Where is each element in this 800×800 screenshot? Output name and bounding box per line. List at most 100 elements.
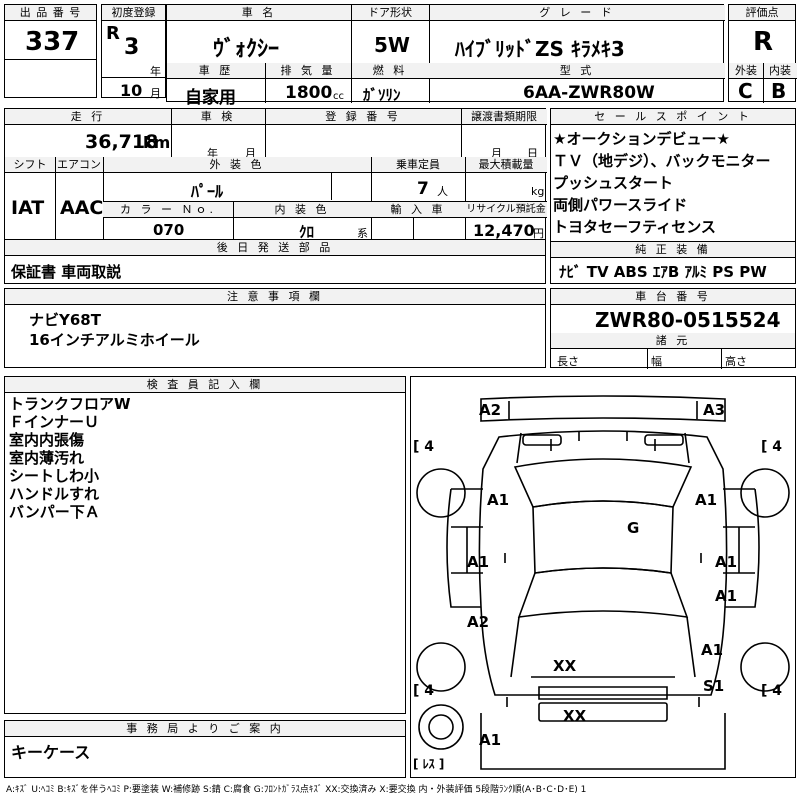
inspector-note: シートしわ小 [9,467,100,485]
grade: ﾊｲﾌﾞﾘｯﾄﾞZS ｷﾗﾒｷ3 [455,37,625,61]
capacity: 7 [417,179,429,199]
chassis-label: 車 台 番 号 [551,289,795,305]
inspector-label: 検 査 員 記 入 欄 [5,377,405,393]
chassis-box: 車 台 番 号 ZWR80-0515524 諸 元 長さ 幅 高さ [550,288,796,369]
equipment: ﾅﾋﾞ TV ABS ｴｱB ｱﾙﾐ PS PW [559,263,767,281]
interior-label: 内装 [763,63,797,79]
inspector-notes: トランクフロアW ＦインナーＵ 室内内張傷 室内薄汚れ シートしわ小 ハンドルす… [9,395,389,521]
mark-fender-left: A1 [487,491,510,509]
ext-color: ﾊﾟｰﾙ [191,182,224,201]
shift: IAT [11,197,45,219]
inspector-note: 室内内張傷 [9,431,85,449]
first-registration-label: 初度登録 [102,5,165,21]
sales-point: プッシュスタート [553,174,674,192]
later-parts-label: 後 日 発 送 部 品 [5,240,545,256]
capacity-label: 乗車定員 [371,157,465,173]
registration-label: 登 録 番 号 [265,109,461,125]
car-diagram [416,395,790,770]
aircon-label: エアコン [55,157,103,173]
interior-score: B [771,79,787,103]
car-name: ｳﾞｫｸｼｰ [213,37,280,62]
exterior-label: 外装 [729,63,763,79]
mark-quarter-left: A2 [467,613,490,631]
aircon: AAC [60,197,104,219]
length-label: 長さ [557,355,579,368]
mark-fender-right: A1 [695,491,718,509]
inspector-note: トランクフロアW [9,395,131,413]
inspector-note: ハンドルすれ [9,485,100,503]
width-label: 幅 [651,355,662,368]
chassis-number: ZWR80-0515524 [595,308,781,332]
fuel-label: 燃 料 [351,63,429,79]
transfer-label: 譲渡書類期限 [461,109,547,125]
first-registration-box: 初度登録 R 3 年 10 月 [101,4,166,100]
sales-point: ★オークションデビュー★ [553,130,730,148]
max-load-label: 最大積載量 [465,157,547,173]
car-diagram-box: [ 4 [ 4 [ 4 [ 4 [ ﾚｽ ] A2 A3 A1 A1 G A1 … [410,376,796,778]
office-note: キーケース [11,743,91,762]
mark-door-right-rear: A1 [715,587,738,605]
sales-point: 両側パワースライド [553,196,688,214]
mark-quarter-right: A1 [701,641,724,659]
ext-color-label: 外 装 色 [103,157,371,173]
recycle-label: リサイクル預託金 [465,202,547,218]
tire-fl-score: [ 4 [413,439,435,455]
shift-label: シフト [5,157,55,173]
registration-year: 3 [124,35,140,60]
tire-rl-score: [ 4 [413,683,435,699]
equipment-label: 純 正 装 備 [551,242,795,258]
mark-front-left: A2 [479,401,502,419]
person-unit: 人 [437,185,448,198]
inspector-note: 室内薄汚れ [9,449,85,467]
mark-rear-right: S1 [703,677,725,695]
lot-number-box: 出 品 番 号 337 [4,4,97,98]
details-table: 走 行 車 検 登 録 番 号 譲渡書類期限 36,718 km 年 月 月 月… [4,108,547,284]
sales-points-list: ★オークションデビュー★ ＴＶ（地デジ）、バックモニター プッシュスタート 両側… [553,128,795,238]
cc-unit: cc [333,91,344,102]
car-name-label: 車 名 [167,5,351,21]
rating-box: 評価点 R 外装 内装 C B [728,4,797,103]
sales-points-box: セ ー ル ス ポ イ ン ト ★オークションデビュー★ ＴＶ（地デジ）、バック… [550,108,796,284]
color-no-label: カ ラ ー Ｎｏ. [103,202,233,218]
history: 自家用 [185,88,236,108]
history-label: 車 歴 [167,63,265,79]
mark-roof: G [627,519,640,537]
mark-front-right: A3 [703,401,726,419]
mark-spare: A1 [479,731,502,749]
spare-label: [ ﾚｽ ] [413,757,445,771]
lot-number: 337 [25,27,80,57]
mark-rear-glass: XX [553,657,577,675]
model-code: 6AA-ZWR80W [523,83,655,103]
tire-rr-score: [ 4 [761,683,783,699]
displacement: 1800 [285,83,333,103]
mark-rear-bumper: XX [563,707,587,725]
recycle-fee: 12,470 [473,221,535,240]
sales-point: ＴＶ（地デジ）、バックモニター [553,152,771,170]
month-unit: 月 [150,87,161,100]
exterior-score: C [738,79,753,103]
notes-box: 注 意 事 項 欄 ナビY68T 16インチアルミホイール [4,288,546,368]
model-label: 型 式 [429,63,725,79]
sales-points-label: セ ー ル ス ポ イ ン ト [551,109,795,125]
import-label: 輸 入 車 [371,202,465,218]
color-no: 070 [153,221,185,239]
rating-label: 評価点 [729,5,795,21]
inspection-label: 車 検 [171,109,265,125]
door-type: 5W [374,33,410,57]
mileage-label: 走 行 [5,109,171,125]
legend: A:ｷｽﾞ U:ﾍｺﾐ B:ｷｽﾞを伴うﾍｺﾐ P:要塗装 W:補修跡 S:錆 … [6,785,587,795]
mark-door-right-front: A1 [715,553,738,571]
registration-month: 10 [120,81,143,100]
grade-label: グ レ ー ド [429,5,725,21]
specs-label: 諸 元 [551,333,795,349]
note: ナビY68T [29,311,101,329]
displacement-label: 排 気 量 [265,63,351,79]
mark-door-left-front: A1 [467,553,490,571]
door-label: ドア形状 [351,5,429,21]
tire-fr-score: [ 4 [761,439,783,455]
mileage-unit: km [143,133,171,152]
inspector-box: 検 査 員 記 入 欄 トランクフロアW ＦインナーＵ 室内内張傷 室内薄汚れ … [4,376,406,714]
lot-number-label: 出 品 番 号 [5,5,96,21]
fuel: ｶﾞｿﾘﾝ [363,86,401,104]
later-parts: 保証書 車両取説 [11,263,122,281]
